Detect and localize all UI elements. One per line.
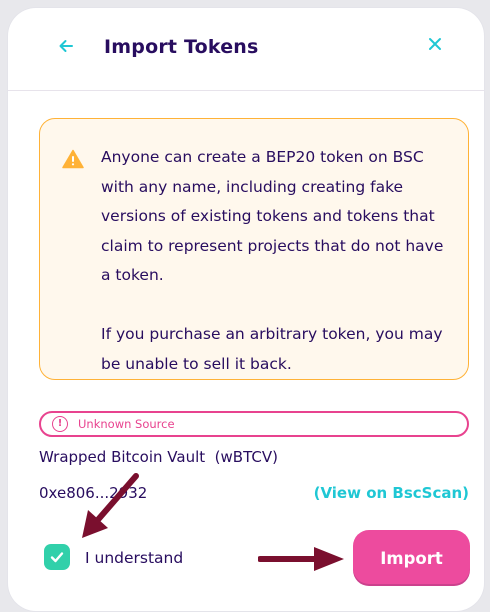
close-button[interactable] <box>424 35 446 57</box>
view-on-bscscan-link[interactable]: (View on BscScan) <box>314 484 469 502</box>
back-button[interactable] <box>56 36 78 58</box>
import-button[interactable]: Import <box>353 530 470 586</box>
source-badge-label: Unknown Source <box>78 417 175 431</box>
annotation-arrow-to-checkbox <box>82 473 139 538</box>
modal-title: Import Tokens <box>104 36 259 58</box>
modal-header: Import Tokens <box>8 8 484 91</box>
arrow-left-icon <box>59 40 73 52</box>
understand-checkbox[interactable] <box>44 544 70 570</box>
understand-label: I understand <box>85 549 184 567</box>
info-icon: ! <box>52 416 68 432</box>
warning-triangle-icon <box>62 149 84 169</box>
warning-box: Anyone can create a BEP20 token on BSC w… <box>39 118 469 380</box>
checkmark-icon <box>50 552 64 563</box>
warning-paragraph-1: Anyone can create a BEP20 token on BSC w… <box>101 148 444 284</box>
warning-text: Anyone can create a BEP20 token on BSC w… <box>101 143 446 379</box>
annotation-arrow-to-import <box>258 547 344 571</box>
warning-paragraph-2: If you purchase an arbitrary token, you … <box>101 325 443 373</box>
token-name: Wrapped Bitcoin Vault (wBTCV) <box>39 448 278 466</box>
unknown-source-badge: ! Unknown Source <box>39 411 469 437</box>
close-icon <box>429 38 441 50</box>
